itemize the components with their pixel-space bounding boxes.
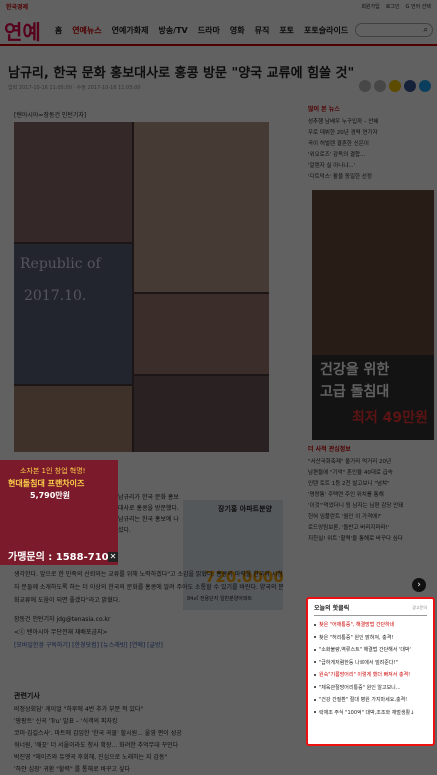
sidebar-section-popular: 많이 본 뉴스 [308, 106, 340, 113]
hot-click-item[interactable]: 락재조 주식 "100억" 대박,조조와 재벌생활↓ [314, 707, 427, 720]
sidebar-interest-item[interactable]: "서산국화축제" 올가리 먹거리 20년 [308, 457, 432, 468]
sidebar: 많이 본 뉴스 성추행 남배우 누구입까 – 안혜 우로 데뷔한 20년 경력 … [308, 104, 432, 183]
close-icon[interactable]: ✕ [108, 552, 118, 562]
sidebar-interest-item[interactable]: 헌혀 임플란트 '월인 이 가격에?' [308, 512, 432, 523]
ad-inquiry-link[interactable]: 광고문의 [412, 605, 427, 611]
sidebar-interest-item[interactable]: 로드앙림보론, '돌반고 버리지마라!' [308, 523, 432, 534]
nav-item-movie[interactable]: 영화 [230, 25, 245, 36]
article-body-2: 생각한다. 앞으로 한 민족의 신뢰와는 교류를 위해 노력하겠다"고 소감을 … [14, 568, 284, 652]
hot-click-item[interactable]: 찾은 "허리통증" 원인 밝혀져, 충격! [314, 632, 427, 645]
signup-link[interactable]: 회원가입 [361, 3, 379, 10]
sidebar-item[interactable]: '디트덕스' 활을 동일한 선정 [308, 172, 432, 183]
facebook-share-icon[interactable] [404, 80, 416, 92]
related-articles: 관련기사 비정상회담' 게이얼 "하루에 4번 추가 부분 적 있다" '팡팡트… [14, 690, 294, 775]
hot-click-item[interactable]: 찾은 "어깨통증", 해결방법 간단하네 [314, 619, 427, 632]
hot-click-item[interactable]: 원숙"기름방어리" 이렇게 했더 빠져서 충격! [314, 669, 427, 682]
nav-item-photo[interactable]: 포토 [279, 25, 294, 36]
nav-item-photoslide[interactable]: 포토슬라이드 [304, 25, 348, 36]
sidebar-interest-item[interactable]: 인텐 토트 1등 2천 발고보니 "넘쳐" [308, 479, 432, 490]
franchise-ad[interactable]: 소자본 1인 창업 혁명! 현대돌침대 프랜차이즈 5,790만원 가맹문의 :… [0, 460, 118, 565]
collage-text: Republic of [20, 256, 101, 272]
sidebar-item[interactable]: '위오로즈' 감독의 결합... [308, 150, 432, 161]
bed-ad-banner[interactable]: 건강을 위한 고급 돌침대 최저 49만원 [312, 355, 434, 440]
sidebar-item[interactable]: 성추행 남배우 누구입까 – 안혜 [308, 117, 432, 128]
sidebar-item[interactable]: 우로 데뷔한 20년 경력 연기자 [308, 128, 432, 139]
kakao-share-icon[interactable] [389, 80, 401, 92]
main-nav: 연예 홈 연예뉴스 연예가화제 방송/TV 드라마 영화 뮤직 포토 포토슬라이… [0, 16, 437, 46]
related-item[interactable]: 워너원, '깨끗' 더 서울이라도 청사 확장... 화려한 추억무대 꾸민다 [14, 740, 294, 752]
photo-collage: Republic of 2017.10. [14, 122, 269, 452]
brand-label[interactable]: 한국경제 [6, 2, 28, 11]
franchise-ad-line1: 소자본 1인 창업 혁명! [20, 467, 86, 475]
language-select[interactable]: G 언어 선택 [406, 3, 431, 10]
sidebar-interest-item[interactable]: '이것'"먹었더니 됨 남자는 님편 감당 안돼 [308, 501, 432, 512]
hot-click-item[interactable]: "소화불량,역류스트" 해결법 간단해서 '대박' [314, 644, 427, 657]
nav-item-gossip[interactable]: 연예가화제 [112, 25, 149, 36]
search-icon[interactable]: ⌕ [424, 25, 428, 35]
nav-item-drama[interactable]: 드라마 [198, 25, 220, 36]
print-icon[interactable] [359, 80, 371, 92]
next-arrow-button[interactable]: › [412, 578, 426, 592]
collage-date: 2017.10. [24, 288, 87, 304]
franchise-ad-price: 5,790만원 [30, 491, 71, 500]
article-body-1: 남규리가 한국 문화 홍보대사로 홍콩을 방문했다. 남규리는 한국 홍보에 나… [118, 494, 179, 534]
article-meta: 입력 2017-10-16 11:05:00 · 수정 2017-10-16 1… [8, 85, 141, 91]
nav-item-tv[interactable]: 방송/TV [158, 25, 187, 36]
twitter-share-icon[interactable] [419, 80, 431, 92]
search-box[interactable]: ⌕ [355, 23, 433, 37]
hot-click-item[interactable]: "건강 간질환" 절대 병원 가지마세요,충격! [314, 694, 427, 707]
article-tags[interactable]: [모바일한경 구독하기] [한경닷컴] [뉴스래빗] [연예] [글방] [14, 639, 284, 652]
sidebar-interest: 더 사적 관심정보 "서산국화축제" 올가리 먹거리 20년 남편들에 "기억"… [308, 444, 432, 545]
hot-click-item[interactable]: "체육관절방어리통증" 원인 알고보니... [314, 682, 427, 695]
nav-item-home[interactable]: 홈 [55, 25, 62, 36]
bed-ad-line2: 고급 돌침대 [320, 384, 390, 400]
login-link[interactable]: 로그인 [386, 3, 400, 10]
article-body-2-text: 생각한다. 앞으로 한 민족의 신뢰와는 교류를 위해 노력하겠다"고 소감을 … [14, 571, 284, 604]
bed-ad-line1: 건강을 위한 [320, 362, 390, 378]
sidebar-item[interactable]: 곡이 허벌렌 결혼한 신은이 [308, 139, 432, 150]
franchise-ad-phone: 가맹문의 : 1588-7105 [8, 552, 116, 563]
sidebar-item[interactable]: '알렌자 실 아니냐...' [308, 161, 432, 172]
related-item[interactable]: '하얀 심장' 귀환 "할력" 를 통해로 바꾸고 싶다 [14, 764, 294, 775]
font-size-icon[interactable] [374, 80, 386, 92]
copyright-line: <ⓒ 텐아시아 무단전재 재배포금지> [14, 629, 108, 636]
sidebar-interest-item[interactable]: 남편들에 "기억" 혼인율 40대로 급속 [308, 468, 432, 479]
related-item[interactable]: 비정상회담' 게이얼 "하루에 4번 추가 부분 적 있다" [14, 704, 294, 716]
section-logo[interactable]: 연예 [4, 16, 41, 45]
related-item[interactable]: 코미·김길스사'. 마트에 갑입한 '한국 곡물' 할시원... 울영 편이 성… [14, 728, 294, 740]
nav-item-music[interactable]: 뮤직 [255, 25, 270, 36]
sidebar-interest-item[interactable]: 지친실! 위트 '할력'을 통해로 바꾸다 심다 [308, 534, 432, 545]
sidebar-interest-item[interactable]: '명랑통' 주택연 주인 위치를 통해 [308, 490, 432, 501]
franchise-ad-line2: 현대돌침대 프랜차이즈 [8, 479, 85, 488]
related-title: 관련기사 [14, 692, 40, 700]
share-bar [359, 80, 431, 92]
related-item[interactable]: 박진영 "헤이즈와 듀엣곡 후회해, 진심으로 노래하는 지 감동" [14, 752, 294, 764]
hot-click-title: 오늘의 핫클릭 [314, 605, 350, 612]
top-utility-bar: 한국경제 회원가입 로그인 G 언어 선택 [0, 0, 437, 12]
nav-item-news[interactable]: 연예뉴스 [72, 25, 101, 36]
hot-click-item[interactable]: "급하게저렴한등 나르에서 빌려준다!" [314, 657, 427, 670]
related-item[interactable]: '팡팡트' 신곡 'Tru' 발표 – '식객의 피자킹 [14, 716, 294, 728]
bed-ad-price: 최저 49만원 [352, 410, 428, 426]
article-headline: 남규리, 한국 문화 홍보대사로 홍콩 방문 "양국 교류에 힘쓸 것" [8, 66, 355, 81]
reporter-line: 장동건 인턴기자 jdg@tenasia.co.kr [14, 616, 111, 623]
sidebar-section-interest: 더 사적 관심정보 [308, 446, 351, 453]
photo-caption: [텐아시아=장동건 인턴기자] [14, 112, 87, 119]
hot-click-popup: 오늘의 핫클릭 광고문의 찾은 "어깨통증", 해결방법 간단하네 찾은 "허리… [306, 597, 435, 746]
apartment-ad-title: 장기홍 아파트분양 [218, 505, 272, 513]
